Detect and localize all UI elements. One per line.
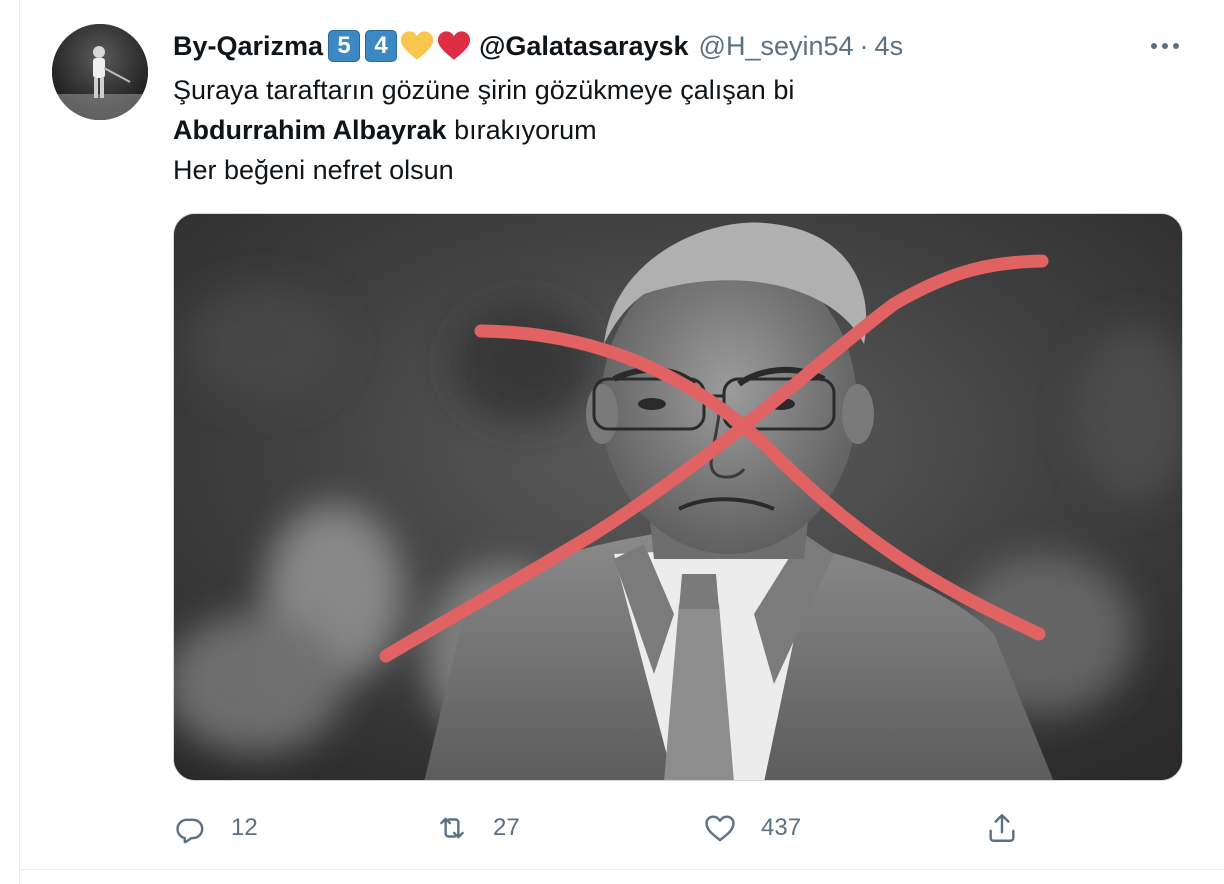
timeline-border [19,0,20,884]
tweet-image[interactable] [173,213,1183,781]
display-name[interactable]: By-Qarizma [173,31,323,62]
yellow-heart-icon [401,31,434,60]
user-handle[interactable]: @H_seyin54 [699,31,854,62]
more-options-button[interactable] [1145,30,1185,62]
share-button[interactable] [985,806,1019,850]
tweet-header: By-Qarizma 5 4 @Galatasaraysk @H_seyin54… [173,26,903,66]
tweet-actions: 12 27 437 [173,806,1183,850]
red-heart-icon [438,31,471,60]
more-horizontal-icon [1151,43,1179,49]
retweet-button[interactable]: 27 [435,806,520,850]
photo-crossed-out [174,214,1182,780]
reply-button[interactable]: 12 [173,806,258,850]
reply-count: 12 [231,814,258,841]
retweet-icon [440,817,464,839]
mentioned-name: Abdurrahim Albayrak [173,115,447,145]
timestamp[interactable]: 4s [875,31,904,62]
badge-digit-5: 5 [328,30,361,62]
tweet-divider [19,869,1224,870]
tweet-text-line-2: Abdurrahim Albayrak bırakıyorum [173,110,794,150]
heart-icon [705,815,735,842]
tweet-text: Şuraya taraftarın gözüne şirin gözükmeye… [173,70,794,190]
display-name-suffix: @Galatasaraysk [479,30,689,61]
tweet-text-line-1: Şuraya taraftarın gözüne şirin gözükmeye… [173,75,795,105]
tweet-text-line-3: Her beğeni nefret olsun [173,155,454,185]
tweet-text-line-2-rest: bırakıyorum [446,115,597,145]
like-count: 437 [761,814,802,841]
retweet-count: 27 [493,814,520,841]
badge-digit-4: 4 [365,30,398,62]
separator-dot: · [859,30,869,61]
avatar[interactable] [52,24,148,120]
share-icon [989,814,1015,842]
reply-icon [176,818,204,844]
like-button[interactable]: 437 [703,806,801,850]
